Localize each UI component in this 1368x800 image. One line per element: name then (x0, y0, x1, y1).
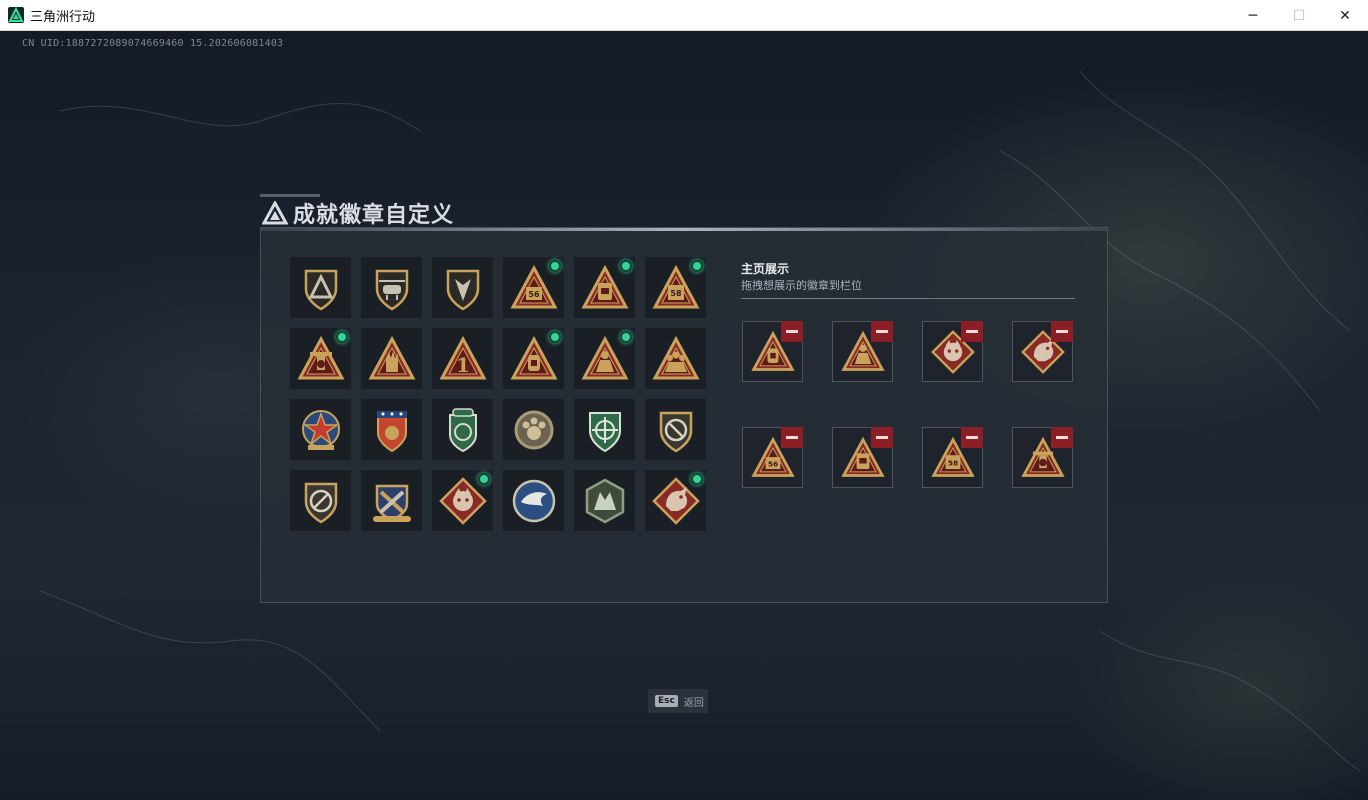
window-title: 三角洲行动 (30, 9, 96, 25)
showcase-subtitle: 拖拽想展示的徽章到栏位 (741, 279, 862, 292)
badge-cell[interactable] (360, 398, 423, 461)
winged-cross-emblem-icon (367, 476, 417, 526)
minus-icon (1056, 436, 1068, 439)
star-medal-emblem-icon (296, 405, 346, 455)
showcase-slot[interactable] (742, 321, 803, 382)
new-indicator-dot (478, 473, 490, 485)
showcase-slot[interactable] (832, 427, 893, 488)
new-indicator-dot (620, 260, 632, 272)
remove-badge-button[interactable] (871, 321, 893, 342)
blue-star-shield-emblem-icon (367, 405, 417, 455)
badge-cell[interactable] (573, 327, 636, 390)
new-indicator-dot (549, 260, 561, 272)
badge-cell[interactable] (360, 256, 423, 319)
back-button[interactable]: Esc 返回 (648, 689, 708, 713)
new-indicator-dot (336, 331, 348, 343)
badge-cell[interactable] (573, 256, 636, 319)
triangle-badge-hand-icon (367, 334, 417, 384)
badge-cell[interactable]: 58 (644, 256, 707, 319)
badge-cell[interactable] (573, 469, 636, 532)
shield-delta-emblem-icon (296, 263, 346, 313)
badge-cell[interactable]: 56 (502, 256, 565, 319)
new-indicator-dot (691, 473, 703, 485)
round-eagle-emblem-icon (509, 476, 559, 526)
minus-icon (966, 330, 978, 333)
new-indicator-dot (691, 260, 703, 272)
minus-icon (786, 330, 798, 333)
remove-badge-button[interactable] (1051, 427, 1073, 448)
new-indicator-dot (549, 331, 561, 343)
showcase-slot[interactable] (832, 321, 893, 382)
minus-icon (876, 436, 888, 439)
delta-logo-icon (262, 201, 288, 225)
badge-cell[interactable] (289, 469, 352, 532)
window-controls: ─ ☐ ✕ (1230, 0, 1368, 31)
uid-text: CN UID:1887272089074669460 15.2026060814… (22, 38, 284, 49)
svg-text:1: 1 (456, 353, 470, 377)
green-crosshair-shield-icon (580, 405, 630, 455)
badge-cell[interactable] (360, 327, 423, 390)
badge-customize-panel: 56 58 1 主页展示 拖拽想展示的徽章到栏位 56 58 (260, 227, 1108, 603)
svg-text:58: 58 (947, 458, 957, 467)
minimize-button[interactable]: ─ (1230, 0, 1276, 31)
minus-icon (966, 436, 978, 439)
no-rifle-shield-icon (651, 405, 701, 455)
badge-cell[interactable] (644, 327, 707, 390)
remove-badge-button[interactable] (961, 321, 983, 342)
remove-badge-button[interactable] (871, 427, 893, 448)
minus-icon (1056, 330, 1068, 333)
badge-cell[interactable] (360, 469, 423, 532)
badge-cell[interactable] (431, 256, 494, 319)
badge-cell[interactable] (502, 327, 565, 390)
shield-arrow-emblem-icon (438, 263, 488, 313)
showcase-divider (741, 298, 1075, 299)
svg-text:56: 56 (767, 459, 777, 468)
badge-cell[interactable]: 1 (431, 327, 494, 390)
remove-badge-button[interactable] (961, 427, 983, 448)
dialog-heading: 成就徽章自定义 (262, 197, 454, 229)
showcase-title: 主页展示 (741, 262, 790, 276)
badge-cell[interactable] (431, 398, 494, 461)
shield-helicopter-emblem-icon (367, 263, 417, 313)
badge-cell[interactable] (289, 398, 352, 461)
dialog-title: 成就徽章自定义 (293, 203, 455, 228)
no-knife-shield-icon (296, 476, 346, 526)
badge-cell[interactable] (289, 327, 352, 390)
showcase-slot[interactable]: 56 (742, 427, 803, 488)
panel-top-highlight (261, 228, 1107, 231)
close-button[interactable]: ✕ (1322, 0, 1368, 31)
maximize-button[interactable]: ☐ (1276, 0, 1322, 31)
showcase-slot[interactable] (1012, 321, 1073, 382)
window-titlebar: 三角洲行动 ─ ☐ ✕ (0, 0, 1368, 31)
badge-cell[interactable] (644, 398, 707, 461)
badge-cell[interactable] (644, 469, 707, 532)
triangle-badge-squad-icon (651, 334, 701, 384)
remove-badge-button[interactable] (1051, 321, 1073, 342)
badge-cell[interactable] (502, 398, 565, 461)
triangle-badge-number-one-icon: 1 (438, 334, 488, 384)
remove-badge-button[interactable] (781, 321, 803, 342)
svg-text:58: 58 (670, 289, 682, 298)
svg-text:56: 56 (528, 290, 540, 299)
hex-wolf-emblem-icon (580, 476, 630, 526)
badge-cell[interactable] (502, 469, 565, 532)
badge-cell[interactable] (573, 398, 636, 461)
badge-cell[interactable] (289, 256, 352, 319)
back-label: 返回 (683, 697, 704, 709)
app-delta-icon (8, 7, 24, 23)
minus-icon (786, 436, 798, 439)
badge-collection-grid: 56 58 1 (289, 256, 707, 532)
game-viewport: CN UID:1887272089074669460 15.2026060814… (0, 31, 1368, 800)
round-paw-emblem-icon (509, 405, 559, 455)
green-lion-shield-emblem-icon (438, 405, 488, 455)
showcase-slot[interactable] (922, 321, 983, 382)
esc-key-hint: Esc (655, 695, 678, 707)
showcase-slot[interactable]: 58 (922, 427, 983, 488)
showcase-slot[interactable] (1012, 427, 1073, 488)
minus-icon (876, 330, 888, 333)
badge-cell[interactable] (431, 469, 494, 532)
remove-badge-button[interactable] (781, 427, 803, 448)
new-indicator-dot (620, 331, 632, 343)
showcase-slot-grid: 56 58 (742, 321, 1073, 488)
